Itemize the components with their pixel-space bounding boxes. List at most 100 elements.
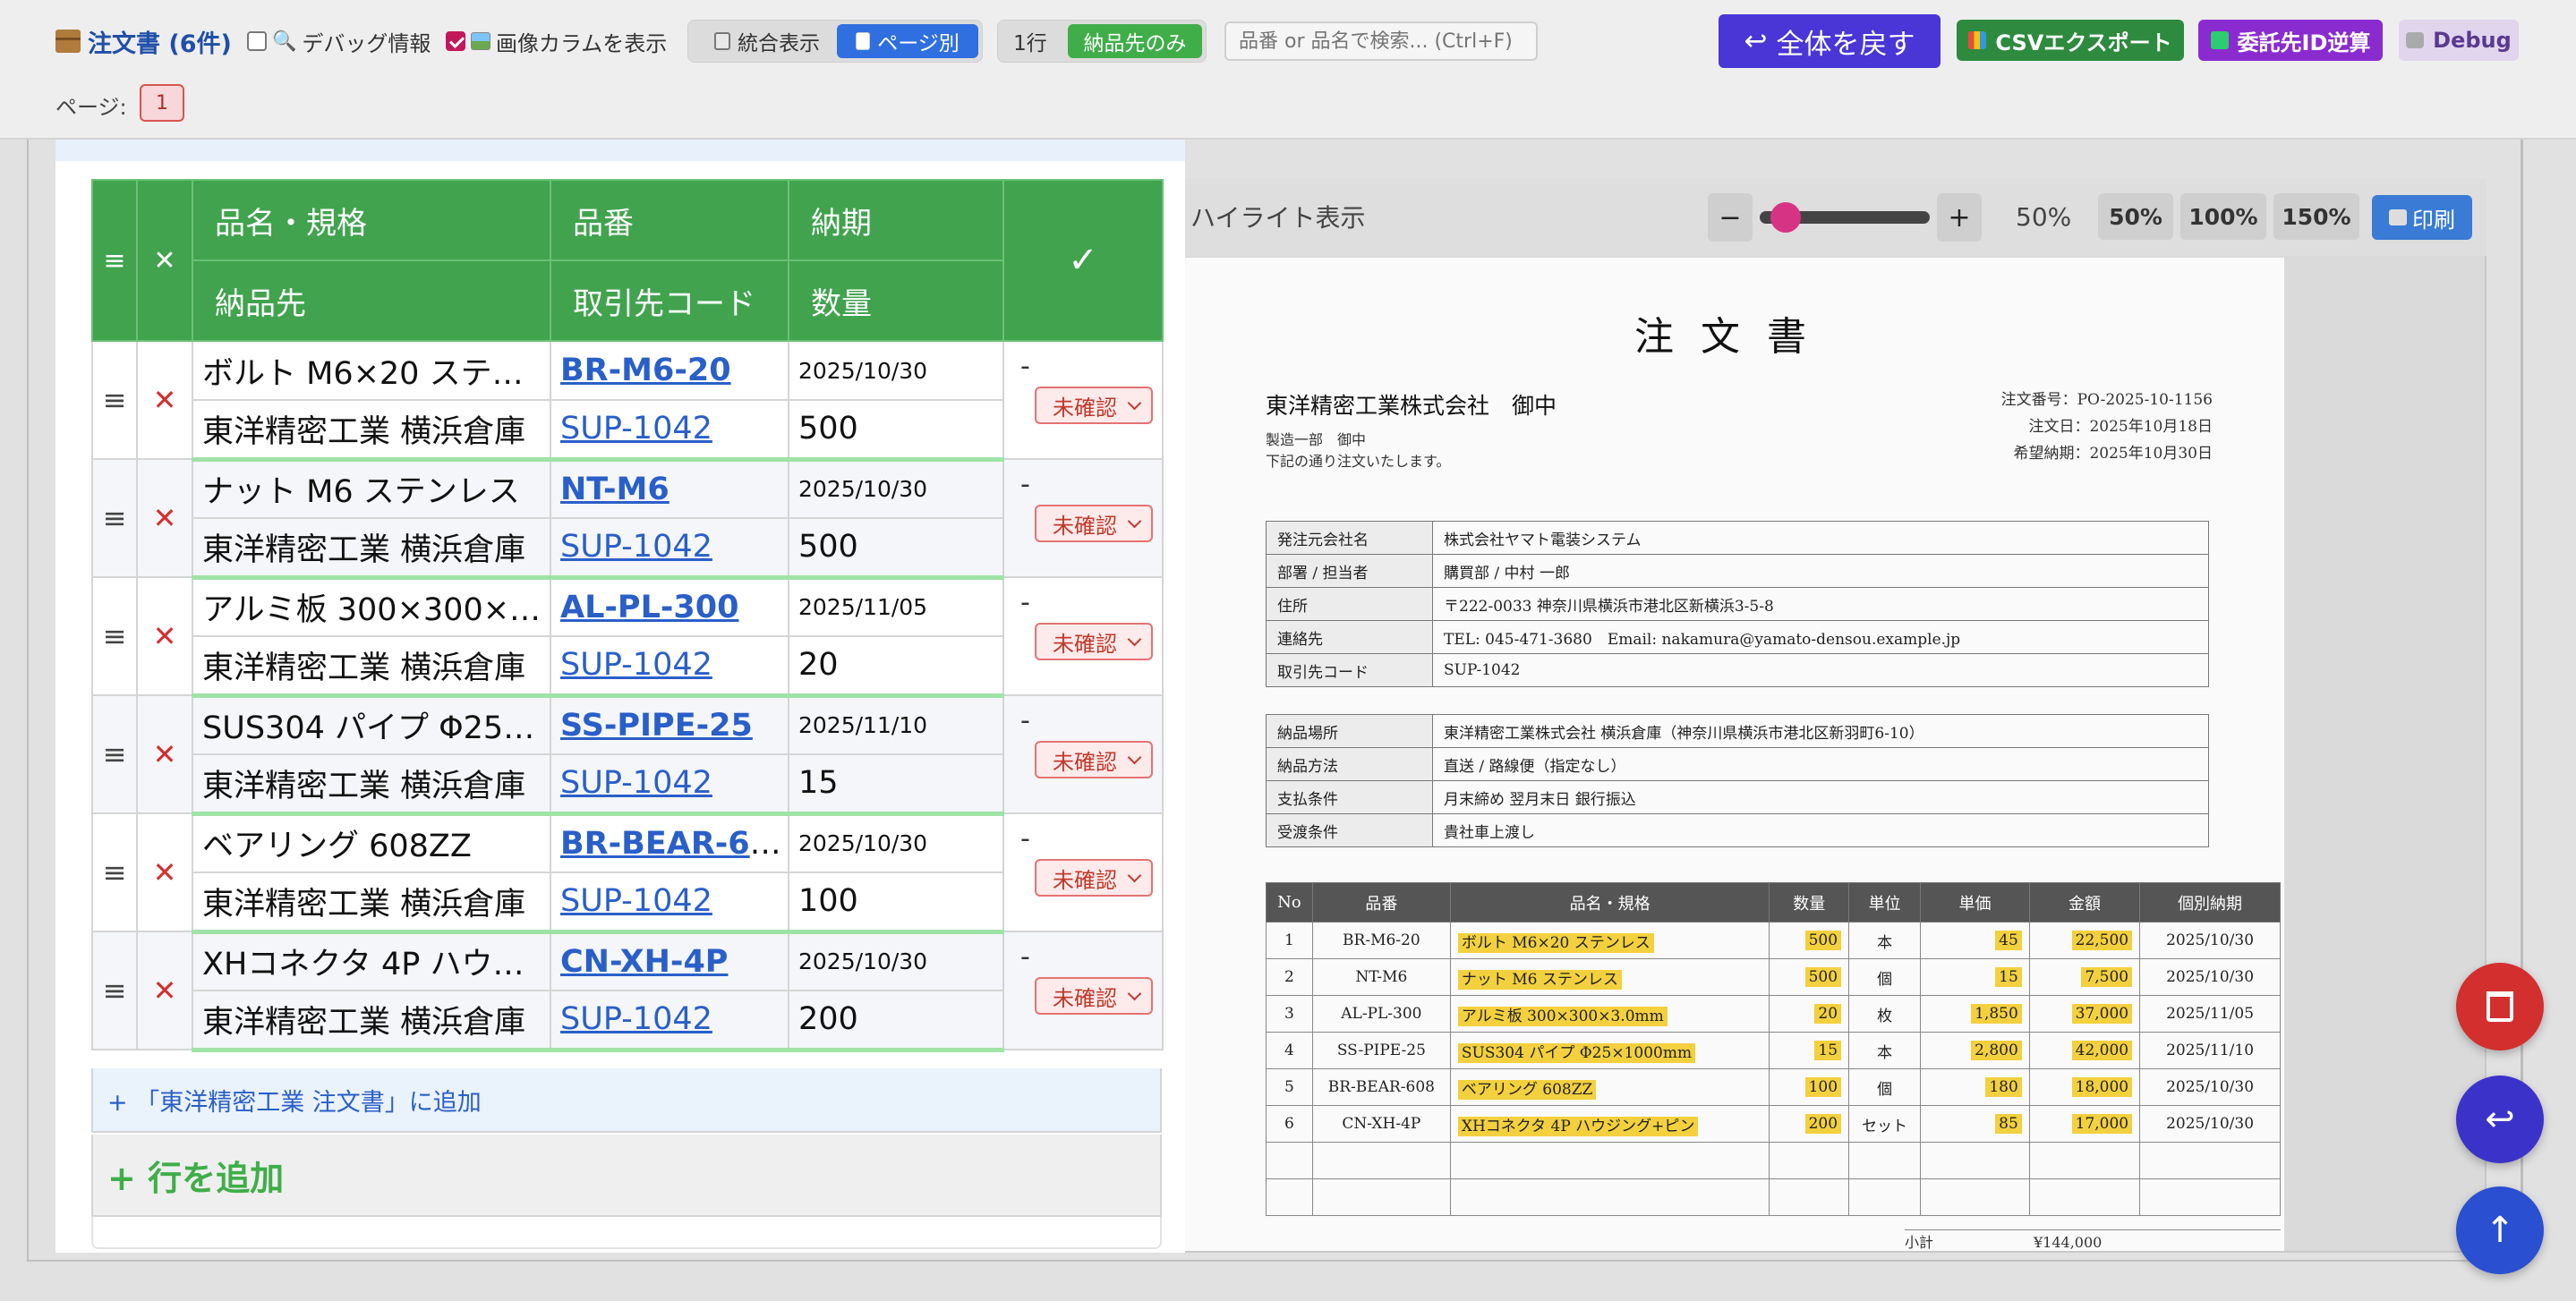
item-name-cell[interactable]: SUS304 パイプ Φ25×1000mm xyxy=(192,694,551,755)
view-by-page-button[interactable]: ページ別 xyxy=(837,24,978,58)
image-column-toggle[interactable]: 画像カラムを表示 xyxy=(446,27,667,56)
due-column-header[interactable]: 納期 xyxy=(788,179,1004,261)
drag-handle-icon[interactable]: ≡ xyxy=(91,812,138,932)
consignee-reverse-button[interactable]: 委託先ID逆算 xyxy=(2198,20,2383,61)
delete-row-icon[interactable]: ✕ xyxy=(136,694,193,814)
add-row-button[interactable]: + 行を追加 xyxy=(91,1135,1162,1217)
grid-row-sub[interactable]: 東洋精密工業 横浜倉庫 SUP-1042 500 xyxy=(92,399,1163,462)
name-column-header[interactable]: 品名・規格 xyxy=(192,179,551,261)
add-to-group-link[interactable]: + 「東洋精密工業 注文書」に追加 xyxy=(91,1068,1162,1133)
item-dest-cell[interactable]: 東洋精密工業 横浜倉庫 xyxy=(192,399,551,462)
item-dest-cell[interactable]: 東洋精密工業 横浜倉庫 xyxy=(192,990,551,1052)
item-due-cell[interactable]: 2025/10/30 xyxy=(788,340,1004,401)
zoom-out-button[interactable]: − xyxy=(1708,193,1753,242)
item-supplier-cell[interactable]: SUP-1042 xyxy=(550,990,789,1052)
grid-row[interactable]: ≡✕XHコネクタ 4P ハウジング+ピンCN-XH-4P 2025/10/30-未… xyxy=(91,931,1164,1050)
item-code-link[interactable]: CN-XH-4P xyxy=(560,944,728,980)
item-qty-cell[interactable]: 100 xyxy=(788,872,1004,934)
delete-row-icon[interactable]: ✕ xyxy=(136,931,193,1050)
supplier-column-header[interactable]: 取引先コード xyxy=(550,259,789,342)
grid-row-sub[interactable]: 東洋精密工業 横浜倉庫 SUP-1042 100 xyxy=(92,872,1163,934)
supplier-code-link[interactable]: SUP-1042 xyxy=(560,1001,712,1037)
item-supplier-cell[interactable]: SUP-1042 xyxy=(550,399,789,462)
grid-row-sub[interactable]: 東洋精密工業 横浜倉庫 SUP-1042 15 xyxy=(92,753,1163,816)
item-supplier-cell[interactable]: SUP-1042 xyxy=(550,753,789,816)
rows-1-button[interactable]: 1行 xyxy=(1003,24,1057,58)
arrow-up-icon[interactable]: ↑ xyxy=(2456,1186,2544,1274)
view-merged-button[interactable]: 統合表示 xyxy=(695,24,839,58)
item-code-link[interactable]: BR-M6-20 xyxy=(560,353,731,388)
debug-info-checkbox[interactable] xyxy=(247,31,267,51)
delivery-only-button[interactable]: 納品先のみ xyxy=(1068,24,1202,58)
item-supplier-cell[interactable]: SUP-1042 xyxy=(550,517,789,580)
supplier-code-link[interactable]: SUP-1042 xyxy=(560,411,712,446)
status-select[interactable]: 未確認 xyxy=(1035,977,1153,1015)
item-dest-cell[interactable]: 東洋精密工業 横浜倉庫 xyxy=(192,635,551,698)
supplier-code-link[interactable]: SUP-1042 xyxy=(560,529,712,565)
drag-handle-icon[interactable]: ≡ xyxy=(91,694,138,814)
item-dest-cell[interactable]: 東洋精密工業 横浜倉庫 xyxy=(192,872,551,934)
item-qty-cell[interactable]: 15 xyxy=(788,753,1004,816)
trash-icon[interactable] xyxy=(2456,963,2544,1050)
delete-row-icon[interactable]: ✕ xyxy=(136,576,193,696)
reset-all-button[interactable]: ↩ 全体を戻す xyxy=(1719,14,1941,68)
debug-info-toggle[interactable]: 🔍 デバッグ情報 xyxy=(247,27,431,56)
grid-row[interactable]: ≡✕アルミ板 300×300×3.0mm AL-PL-300 2025/11/05-… xyxy=(91,576,1164,696)
grid-row-sub[interactable]: 東洋精密工業 横浜倉庫 SUP-1042 200 xyxy=(92,990,1163,1052)
status-select[interactable]: 未確認 xyxy=(1035,741,1153,778)
item-qty-cell[interactable]: 20 xyxy=(788,635,1004,698)
status-select[interactable]: 未確認 xyxy=(1035,387,1153,424)
grid-row[interactable]: ≡✕SUS304 パイプ Φ25×1000mmSS-PIPE-25 2025/11… xyxy=(91,694,1164,814)
qty-column-header[interactable]: 数量 xyxy=(788,259,1004,342)
item-code-link[interactable]: AL-PL-300 xyxy=(560,590,738,625)
page-number-button[interactable]: 1 xyxy=(140,84,184,122)
item-code-cell[interactable]: BR-BEAR-608 xyxy=(550,812,789,873)
zoom-preset-100[interactable]: 100% xyxy=(2180,193,2266,240)
zoom-preset-150[interactable]: 150% xyxy=(2273,193,2359,240)
csv-export-button[interactable]: CSVエクスポート xyxy=(1957,20,2184,61)
item-dest-cell[interactable]: 東洋精密工業 横浜倉庫 xyxy=(192,753,551,816)
item-qty-cell[interactable]: 500 xyxy=(788,399,1004,462)
item-dest-cell[interactable]: 東洋精密工業 横浜倉庫 xyxy=(192,517,551,580)
drag-handle-icon[interactable]: ≡ xyxy=(91,576,138,696)
drag-handle-icon[interactable]: ≡ xyxy=(91,340,138,460)
debug-button[interactable]: Debug xyxy=(2399,20,2519,61)
item-name-cell[interactable]: アルミ板 300×300×3.0mm xyxy=(192,576,551,637)
zoom-preset-50[interactable]: 50% xyxy=(2098,193,2173,240)
item-code-link[interactable]: BR-BEAR-608 xyxy=(560,826,787,862)
item-code-link[interactable]: SS-PIPE-25 xyxy=(560,708,753,744)
item-name-cell[interactable]: ボルト M6×20 ステンレス xyxy=(192,340,551,401)
item-qty-cell[interactable]: 200 xyxy=(788,990,1004,1052)
status-select[interactable]: 未確認 xyxy=(1035,623,1153,660)
item-due-cell[interactable]: 2025/10/30 xyxy=(788,812,1004,873)
code-column-header[interactable]: 品番 xyxy=(550,179,789,261)
grid-row[interactable]: ≡ ✕ ナット M6 ステンレス NT-M6 2025/10/30- 未確認 xyxy=(91,458,1164,578)
item-supplier-cell[interactable]: SUP-1042 xyxy=(550,635,789,698)
delete-row-icon[interactable]: ✕ xyxy=(136,458,193,578)
search-input[interactable] xyxy=(1224,21,1538,61)
drag-handle-icon[interactable]: ≡ xyxy=(91,458,138,578)
item-code-cell[interactable]: AL-PL-300 xyxy=(550,576,789,637)
undo-icon[interactable]: ↩ xyxy=(2456,1076,2544,1163)
item-due-cell[interactable]: 2025/10/30 xyxy=(788,931,1004,991)
zoom-in-button[interactable]: + xyxy=(1937,193,1982,242)
item-code-cell[interactable]: SS-PIPE-25 xyxy=(550,694,789,755)
item-supplier-cell[interactable]: SUP-1042 xyxy=(550,872,789,934)
drag-handle-icon[interactable]: ≡ xyxy=(91,931,138,1050)
item-due-cell[interactable]: 2025/10/30 xyxy=(788,458,1004,519)
supplier-code-link[interactable]: SUP-1042 xyxy=(560,765,712,801)
grid-row[interactable]: ≡ ✕ ベアリング 608ZZ BR-BEAR-608 2025/10/30- 未確認 xyxy=(91,812,1164,932)
print-button[interactable]: 印刷 xyxy=(2372,195,2472,240)
item-due-cell[interactable]: 2025/11/05 xyxy=(788,576,1004,637)
status-select[interactable]: 未確認 xyxy=(1035,859,1153,897)
check-column-header[interactable]: ✓ xyxy=(1002,179,1164,342)
supplier-code-link[interactable]: SUP-1042 xyxy=(560,883,712,919)
grid-row-sub[interactable]: 東洋精密工業 横浜倉庫 SUP-1042 500 xyxy=(92,517,1163,580)
status-select[interactable]: 未確認 xyxy=(1035,505,1153,542)
item-code-link[interactable]: NT-M6 xyxy=(560,472,670,507)
grid-row-sub[interactable]: 東洋精密工業 横浜倉庫 SUP-1042 20 xyxy=(92,635,1163,698)
item-qty-cell[interactable]: 500 xyxy=(788,517,1004,580)
image-column-checkbox[interactable] xyxy=(446,31,465,51)
item-due-cell[interactable]: 2025/11/10 xyxy=(788,694,1004,755)
supplier-code-link[interactable]: SUP-1042 xyxy=(560,647,712,683)
